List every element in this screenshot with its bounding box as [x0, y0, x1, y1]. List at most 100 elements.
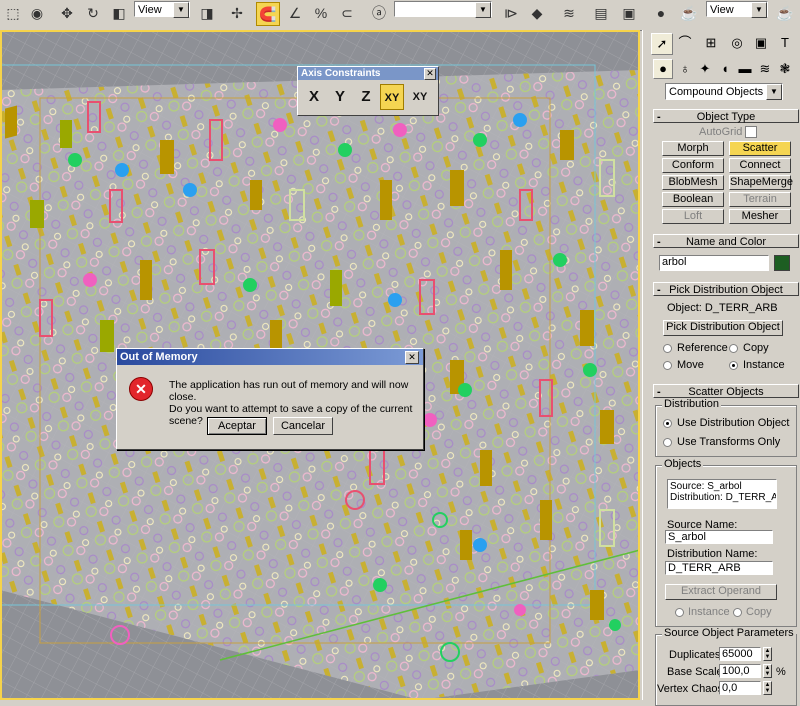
cancelar-button[interactable]: Cancelar: [273, 417, 333, 435]
command-panel-tabs: ➚ ⌒ ⊞ ◎ ▣ T: [643, 30, 800, 56]
display-tab-icon[interactable]: ▣: [751, 33, 771, 53]
object-name-field[interactable]: arbol: [659, 255, 769, 271]
snap-toggle-icon[interactable]: 🧲: [256, 2, 280, 26]
layer-manager-icon[interactable]: ≋: [558, 2, 580, 24]
lights-icon[interactable]: ✦: [695, 59, 715, 79]
boolean-button[interactable]: Boolean: [662, 192, 724, 207]
manipulate-icon[interactable]: ✢: [226, 2, 248, 24]
morph-button[interactable]: Morph: [662, 141, 724, 156]
close-icon[interactable]: ✕: [424, 68, 436, 80]
scatter-objects-header: Scatter Objects: [688, 386, 764, 398]
render-type-dropdown[interactable]: View ▼: [706, 1, 768, 18]
operand-source-item[interactable]: Source: S_arbol: [670, 481, 776, 492]
window-crossing-icon[interactable]: ◉: [26, 2, 48, 24]
command-panel: ➚ ⌒ ⊞ ◎ ▣ T ● ♁ ✦ ◖ ▬ ≋ ❃ Compound Objec…: [642, 30, 800, 706]
aceptar-button[interactable]: Aceptar: [207, 417, 267, 435]
base-scale-spinner[interactable]: ▲ ▼: [763, 664, 772, 678]
base-scale-field[interactable]: 100,0: [719, 664, 761, 678]
curve-editor-icon[interactable]: ▤: [590, 2, 612, 24]
autogrid-checkbox[interactable]: [745, 126, 757, 138]
utilities-tab-icon[interactable]: T: [775, 33, 795, 53]
vertex-chaos-field[interactable]: 0,0: [719, 681, 761, 695]
terrain-button[interactable]: Terrain: [729, 192, 791, 207]
quick-render-icon[interactable]: ☕: [774, 2, 796, 24]
select-region-icon[interactable]: ⬚: [2, 2, 24, 24]
systems-icon[interactable]: ❃: [775, 59, 795, 79]
create-tab-icon[interactable]: ➚: [651, 33, 673, 55]
operand-distribution-item[interactable]: Distribution: D_TERR_ARI: [670, 492, 776, 503]
source-name-field[interactable]: S_arbol: [665, 530, 773, 544]
use-transforms-label: Use Transforms Only: [677, 436, 781, 448]
use-distribution-radio[interactable]: [663, 419, 672, 428]
motion-tab-icon[interactable]: ◎: [727, 33, 747, 53]
copy-label: Copy: [743, 342, 769, 354]
axis-z-button[interactable]: Z: [354, 84, 378, 110]
distribution-name-label: Distribution Name:: [667, 548, 758, 560]
distribution-name-field[interactable]: D_TERR_ARB: [665, 561, 773, 575]
blobmesh-button[interactable]: BlobMesh: [662, 175, 724, 190]
mesher-button[interactable]: Mesher: [729, 209, 791, 224]
schematic-view-icon[interactable]: ▣: [618, 2, 640, 24]
move-icon[interactable]: ✥: [56, 2, 78, 24]
reference-coord-dropdown[interactable]: View ▼: [134, 1, 190, 18]
axis-x-button[interactable]: X: [302, 84, 326, 110]
extract-instance-radio[interactable]: [675, 608, 684, 617]
extract-operand-button[interactable]: Extract Operand: [665, 584, 777, 600]
axis-xy-flyout-button[interactable]: XY: [408, 84, 432, 110]
duplicates-spinner[interactable]: ▲ ▼: [763, 647, 772, 661]
shapes-icon[interactable]: ♁: [675, 59, 695, 79]
modify-tab-icon[interactable]: ⌒: [675, 33, 695, 53]
axis-y-button[interactable]: Y: [328, 84, 352, 110]
copy-radio[interactable]: [729, 344, 738, 353]
rotate-icon[interactable]: ↻: [82, 2, 104, 24]
helpers-icon[interactable]: ▬: [735, 59, 755, 79]
shapemerge-button[interactable]: ShapeMerge: [729, 175, 793, 190]
pick-distribution-object-button[interactable]: Pick Distribution Object: [663, 320, 783, 336]
object-category-dropdown[interactable]: Compound Objects ▼: [665, 83, 783, 100]
extract-copy-label: Copy: [746, 606, 772, 618]
mirror-icon[interactable]: ⧐: [500, 2, 522, 24]
percent-snap-icon[interactable]: %: [310, 2, 332, 24]
render-scene-icon[interactable]: ☕: [678, 2, 700, 24]
hierarchy-tab-icon[interactable]: ⊞: [701, 33, 721, 53]
object-color-swatch[interactable]: [774, 255, 790, 271]
spacewarps-icon[interactable]: ≋: [755, 59, 775, 79]
axis-xy-button[interactable]: XY: [380, 84, 404, 110]
extract-copy-radio[interactable]: [733, 608, 742, 617]
scatter-objects-rollout[interactable]: - Scatter Objects: [653, 384, 799, 398]
connect-button[interactable]: Connect: [729, 158, 791, 173]
object-type-rollout[interactable]: - Object Type: [653, 109, 799, 123]
pivot-center-icon[interactable]: ◨: [196, 2, 218, 24]
use-transforms-radio[interactable]: [663, 438, 672, 447]
name-color-rollout[interactable]: - Name and Color: [653, 234, 799, 248]
align-icon[interactable]: ◆: [526, 2, 548, 24]
operands-list[interactable]: Source: S_arbol Distribution: D_TERR_ARI: [667, 479, 777, 509]
chevron-down-icon: ▼: [751, 2, 767, 18]
axis-constraints-toolbar[interactable]: Axis Constraints ✕ X Y Z XY XY: [297, 66, 439, 116]
pick-distribution-header: Pick Distribution Object: [669, 284, 783, 296]
vertex-chaos-spinner[interactable]: ▲ ▼: [763, 681, 772, 695]
conform-button[interactable]: Conform: [662, 158, 724, 173]
spinner-snap-icon[interactable]: ⊂: [336, 2, 358, 24]
close-icon[interactable]: ✕: [405, 351, 419, 364]
cameras-icon[interactable]: ◖: [715, 59, 735, 79]
scatter-button[interactable]: Scatter: [729, 141, 791, 156]
scale-icon[interactable]: ◧: [108, 2, 130, 24]
named-selection-dropdown[interactable]: ▼: [394, 1, 492, 18]
material-editor-icon[interactable]: ●: [650, 2, 672, 24]
chevron-down-icon: ▼: [173, 2, 189, 18]
duplicates-field[interactable]: 65000: [719, 647, 761, 661]
reference-radio[interactable]: [663, 344, 672, 353]
geometry-icon[interactable]: ●: [653, 59, 673, 79]
pick-distribution-rollout[interactable]: - Pick Distribution Object: [653, 282, 799, 296]
move-radio[interactable]: [663, 361, 672, 370]
axis-constraints-title: Axis Constraints: [298, 67, 438, 80]
loft-button[interactable]: Loft: [662, 209, 724, 224]
angle-snap-icon[interactable]: ∠: [284, 2, 306, 24]
view-dropdown-value: View: [138, 4, 162, 16]
instance-radio[interactable]: [729, 361, 738, 370]
out-of-memory-dialog: Out of Memory ✕ ✕ The application has ru…: [116, 348, 424, 450]
edit-named-selection-icon[interactable]: ⓐ: [368, 2, 390, 24]
create-subcategory-bar: ● ♁ ✦ ◖ ▬ ≋ ❃: [643, 58, 800, 80]
vertex-chaos-label: Vertex Chaos:: [657, 683, 727, 695]
